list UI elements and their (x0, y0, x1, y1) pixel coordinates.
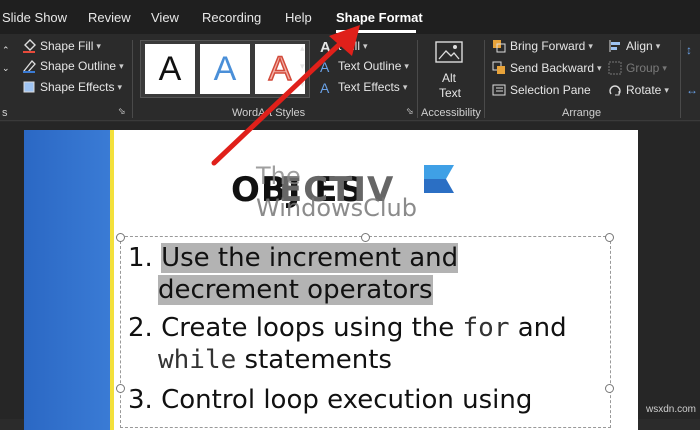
group-icon (608, 61, 622, 75)
tab-recording[interactable]: Recording (202, 10, 261, 25)
align-button[interactable]: Align ▾ (608, 36, 660, 56)
text-effects-button[interactable]: A Text Effects ▾ (320, 77, 407, 97)
wordart-gallery-down-icon[interactable]: ▾ (300, 56, 305, 76)
wordart-style-black[interactable]: A (145, 44, 195, 94)
align-icon (608, 39, 622, 53)
code-for: for (462, 313, 510, 343)
bring-forward-icon (492, 39, 506, 53)
shape-outline-label: Shape Outline (40, 59, 117, 73)
active-tab-underline (336, 30, 416, 33)
gallery-down-icon[interactable]: ⌄ (2, 58, 16, 78)
selection-pane-icon (492, 83, 506, 97)
resize-handle[interactable] (116, 233, 125, 242)
dialog-launcher-icon[interactable]: ⬂ (118, 104, 126, 118)
resize-handle[interactable] (361, 233, 370, 242)
list-item: 1. Use the increment and (128, 243, 459, 273)
text-fill-label: t Fill (338, 39, 360, 53)
list-item: 2. Create loops using the for and (128, 313, 567, 343)
shape-outline-button[interactable]: Shape Outline ▾ (22, 56, 124, 76)
watermark-windowsclub: WindowsClub (256, 194, 418, 222)
gallery-up-icon[interactable]: ⌃ (2, 40, 16, 60)
text-outline-icon: A (320, 59, 330, 75)
divider (132, 40, 133, 118)
list-item-continued: while statements (158, 345, 392, 375)
list-item-continued: decrement operators (158, 274, 433, 306)
code-while: while (158, 345, 237, 375)
shape-fill-label: Shape Fill (40, 39, 94, 53)
slide-canvas[interactable]: OBJ ES ECTIV The WindowsClub 1. Use the … (24, 130, 638, 430)
shape-effects-button[interactable]: Shape Effects ▾ (22, 77, 122, 97)
group-label-arrange: Arrange (562, 107, 602, 119)
resize-handle[interactable] (116, 384, 125, 393)
bring-forward-button[interactable]: Bring Forward ▾ (492, 36, 593, 56)
windowsclub-logo-icon (424, 165, 454, 193)
wordart-gallery-up-icon[interactable]: ▴ (300, 38, 305, 58)
rotate-label: Rotate (626, 83, 662, 97)
resize-handle[interactable] (605, 384, 614, 393)
shape-effects-label: Shape Effects (40, 80, 115, 94)
size-width-icon[interactable]: ↔ (686, 80, 698, 100)
size-height-icon[interactable]: ↕ (686, 40, 698, 60)
text-outline-label: Text Outline (338, 59, 402, 73)
send-backward-button[interactable]: Send Backward ▾ (492, 58, 602, 78)
group-label-shape-styles: s (2, 107, 8, 119)
paint-bucket-icon (22, 39, 36, 53)
wordart-gallery: A A A (140, 40, 310, 98)
slide-accent-line (110, 130, 114, 430)
slide-accent-bar (24, 130, 110, 430)
watermark-the: The (256, 162, 301, 190)
tab-slide-show[interactable]: Slide Show (2, 10, 67, 25)
group-label: Group (626, 61, 660, 75)
shape-fill-button[interactable]: Shape Fill ▾ (22, 36, 101, 56)
ribbon-tab-bar: Slide Show Review View Recording Help Sh… (0, 0, 700, 34)
wordart-style-blue[interactable]: A (200, 44, 250, 94)
group-button[interactable]: Group ▾ (608, 58, 667, 78)
text-fill-icon: A (320, 39, 331, 56)
send-backward-icon (492, 61, 506, 75)
pen-icon (22, 59, 36, 74)
list-item: 3. Control loop execution using (128, 385, 533, 415)
tab-shape-format[interactable]: Shape Format (336, 10, 423, 25)
tab-view[interactable]: View (151, 10, 179, 25)
list-item-text-selected: decrement operators (158, 275, 433, 305)
tab-help[interactable]: Help (285, 10, 312, 25)
site-watermark: wsxdn.com (646, 404, 697, 415)
divider (680, 40, 681, 118)
text-outline-button[interactable]: A Text Outline ▾ (320, 56, 409, 76)
divider (484, 40, 485, 118)
divider (417, 40, 418, 118)
rotate-icon (608, 83, 622, 97)
list-item-text-selected: Use the increment and (161, 243, 459, 273)
send-backward-label: Send Backward (510, 61, 595, 75)
group-label-wordart-styles: WordArt Styles (232, 107, 306, 119)
align-label: Align (626, 39, 653, 53)
shape-effects-icon (22, 80, 36, 94)
selection-pane-button[interactable]: Selection Pane (492, 80, 591, 100)
wordart-style-red-outline[interactable]: A (255, 44, 305, 94)
wordart-dialog-launcher-icon[interactable]: ⬂ (406, 104, 414, 118)
bring-forward-label: Bring Forward (510, 39, 586, 53)
selection-pane-label: Selection Pane (510, 83, 591, 97)
alt-text-icon[interactable] (434, 38, 466, 68)
group-label-accessibility: Accessibility (421, 107, 481, 119)
text-effects-icon: A (320, 80, 330, 96)
text-effects-label: Text Effects (338, 80, 400, 94)
resize-handle[interactable] (605, 233, 614, 242)
text-fill-button[interactable]: A t Fill ▾ (320, 36, 368, 56)
alt-text-label-2[interactable]: Text (439, 83, 461, 103)
wordart-gallery-more-icon[interactable]: ▾ (300, 74, 305, 94)
rotate-button[interactable]: Rotate ▾ (608, 80, 669, 100)
tab-review[interactable]: Review (88, 10, 131, 25)
